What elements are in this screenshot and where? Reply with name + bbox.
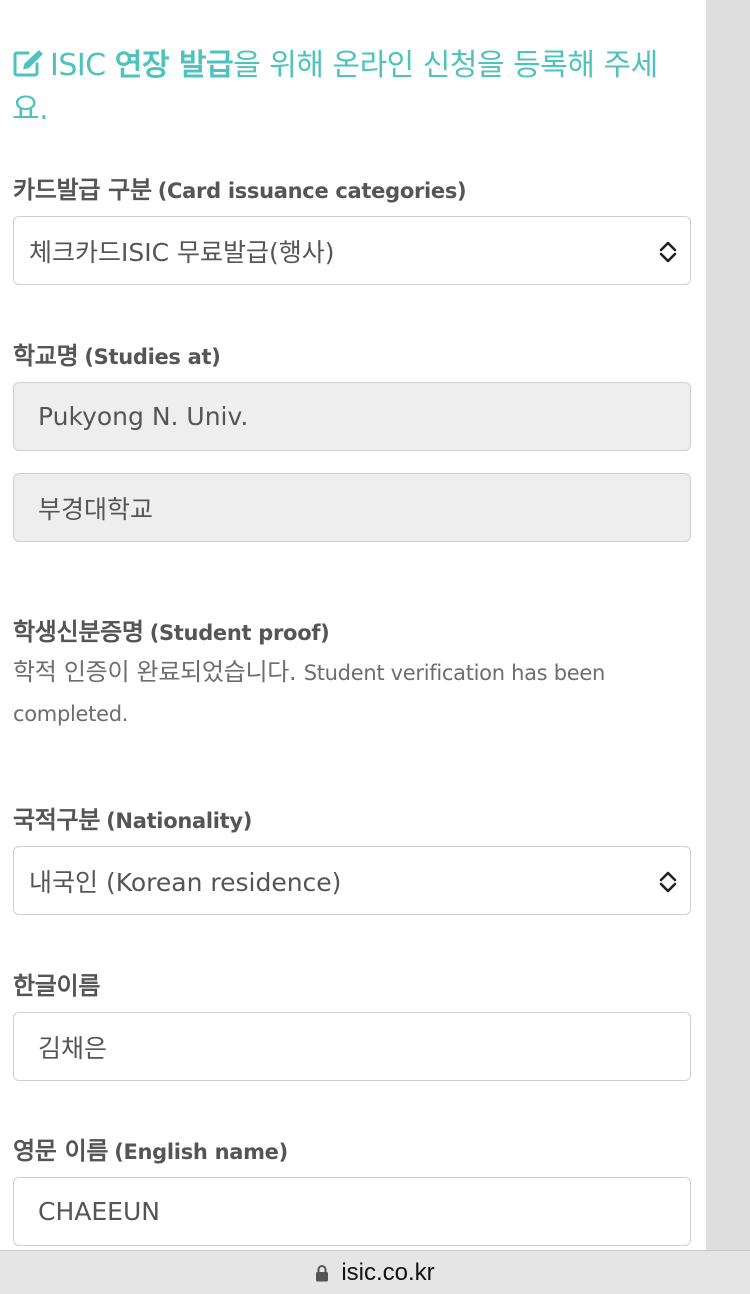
school-name-ko-field: 부경대학교 bbox=[13, 473, 691, 542]
heading-bold-text: 연장 발급 bbox=[114, 48, 234, 83]
card-category-label: 카드발급 구분 (Card issuance categories) bbox=[13, 170, 467, 205]
card-category-label-ko: 카드발급 구분 bbox=[13, 176, 152, 204]
korean-name-label: 한글이름 bbox=[13, 966, 100, 1001]
card-category-select[interactable]: 체크카드ISIC 무료발급(행사) bbox=[13, 216, 691, 285]
school-label-ko: 학교명 bbox=[13, 342, 79, 370]
card-category-value: 체크카드ISIC 무료발급(행사) bbox=[29, 237, 335, 267]
scroll-gutter bbox=[706, 0, 750, 1250]
english-name-value: CHAEEUN bbox=[38, 1197, 160, 1226]
browser-url-text: isic.co.kr bbox=[341, 1258, 435, 1286]
student-proof-label-en: (Student proof) bbox=[149, 621, 330, 645]
page-content: ISIC 연장 발급을 위해 온라인 신청을 등록해 주세요. 카드발급 구분(… bbox=[0, 0, 706, 1250]
card-category-label-en: (Card issuance categories) bbox=[157, 179, 467, 203]
heading-prefix: ISIC bbox=[50, 48, 115, 83]
nationality-label-ko: 국적구분 bbox=[13, 806, 101, 834]
school-name-en-value: Pukyong N. Univ. bbox=[38, 402, 249, 431]
student-proof-label-ko: 학생신분증명 bbox=[13, 618, 144, 646]
browser-url-bar[interactable]: isic.co.kr bbox=[0, 1250, 750, 1294]
korean-name-input[interactable]: 김채은 bbox=[13, 1012, 691, 1081]
student-proof-status: 학적 인증이 완료되었습니다. Student verification has… bbox=[13, 652, 693, 734]
nationality-select[interactable]: 내국인 (Korean residence) bbox=[13, 846, 691, 915]
english-name-input[interactable]: CHAEEUN bbox=[13, 1177, 691, 1246]
school-label-en: (Studies at) bbox=[84, 345, 221, 369]
edit-icon bbox=[13, 50, 43, 77]
korean-name-label-ko: 한글이름 bbox=[13, 972, 101, 1000]
korean-name-value: 김채은 bbox=[38, 1033, 108, 1063]
select-chevrons-icon bbox=[659, 241, 677, 263]
english-name-label-ko: 영문 이름 bbox=[13, 1137, 109, 1165]
nationality-label-en: (Nationality) bbox=[106, 809, 253, 833]
select-chevrons-icon bbox=[659, 871, 677, 893]
lock-icon bbox=[316, 1264, 329, 1281]
school-name-en-field: Pukyong N. Univ. bbox=[13, 382, 691, 451]
student-proof-label: 학생신분증명 (Student proof) bbox=[13, 612, 330, 647]
school-label: 학교명 (Studies at) bbox=[13, 336, 221, 371]
english-name-label-en: (English name) bbox=[114, 1140, 288, 1164]
school-name-ko-value: 부경대학교 bbox=[38, 494, 154, 524]
student-proof-status-ko: 학적 인증이 완료되었습니다. bbox=[13, 658, 297, 686]
page-heading: ISIC 연장 발급을 위해 온라인 신청을 등록해 주세요. bbox=[12, 44, 692, 132]
english-name-label: 영문 이름 (English name) bbox=[13, 1131, 288, 1166]
nationality-label: 국적구분 (Nationality) bbox=[13, 800, 252, 835]
nationality-value: 내국인 (Korean residence) bbox=[29, 867, 342, 897]
